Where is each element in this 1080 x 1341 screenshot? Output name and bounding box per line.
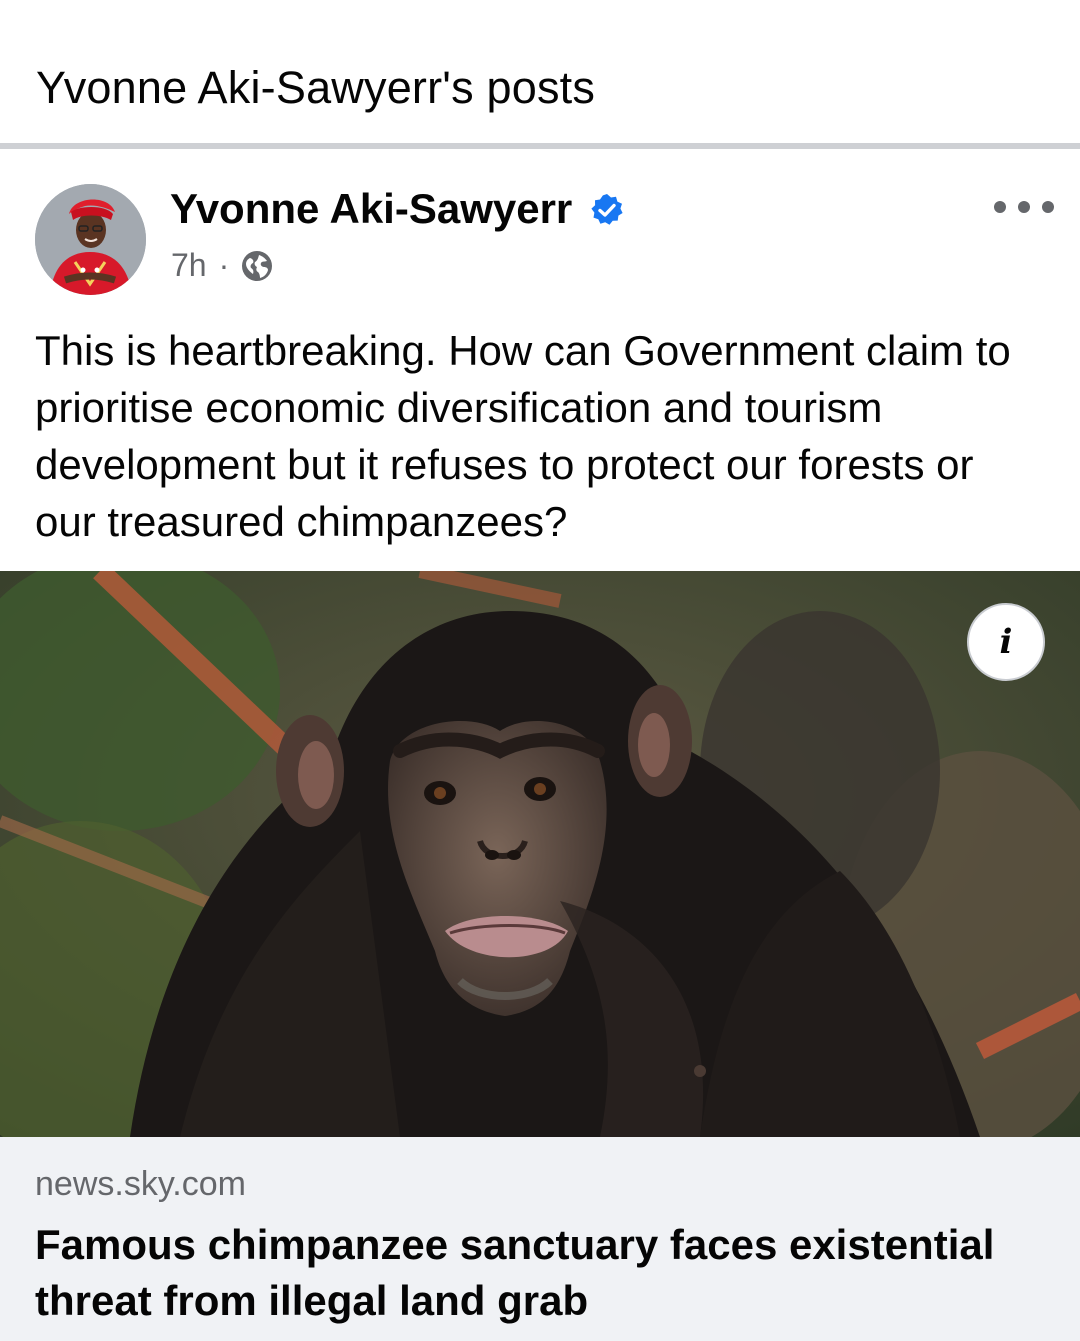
post-meta: 7h · [171, 247, 273, 284]
avatar[interactable] [35, 184, 146, 295]
globe-icon [242, 250, 273, 281]
more-dot [994, 201, 1006, 213]
link-preview-image[interactable] [0, 571, 1080, 1137]
link-domain: news.sky.com [35, 1165, 246, 1203]
top-bar: Yvonne Aki-Sawyerr's posts [0, 0, 1080, 143]
meta-separator: · [218, 247, 230, 283]
author-name[interactable]: Yvonne Aki-Sawyerr [170, 185, 572, 233]
link-card[interactable]: news.sky.com Famous chimpanzee sanctuary… [0, 1137, 1080, 1341]
more-dot [1018, 201, 1030, 213]
more-options-icon[interactable] [994, 197, 1054, 217]
post-text: This is heartbreaking. How can Governmen… [35, 327, 1011, 545]
timestamp[interactable]: 7h [171, 247, 207, 284]
more-dot [1042, 201, 1054, 213]
link-headline[interactable]: Famous chimpanzee sanctuary faces existe… [35, 1217, 1035, 1329]
info-icon[interactable]: i [967, 603, 1045, 681]
post-header: Yvonne Aki-Sawyerr 7h · [0, 149, 1080, 319]
verified-badge-icon [591, 194, 623, 225]
page-title: Yvonne Aki-Sawyerr's posts [36, 62, 596, 113]
